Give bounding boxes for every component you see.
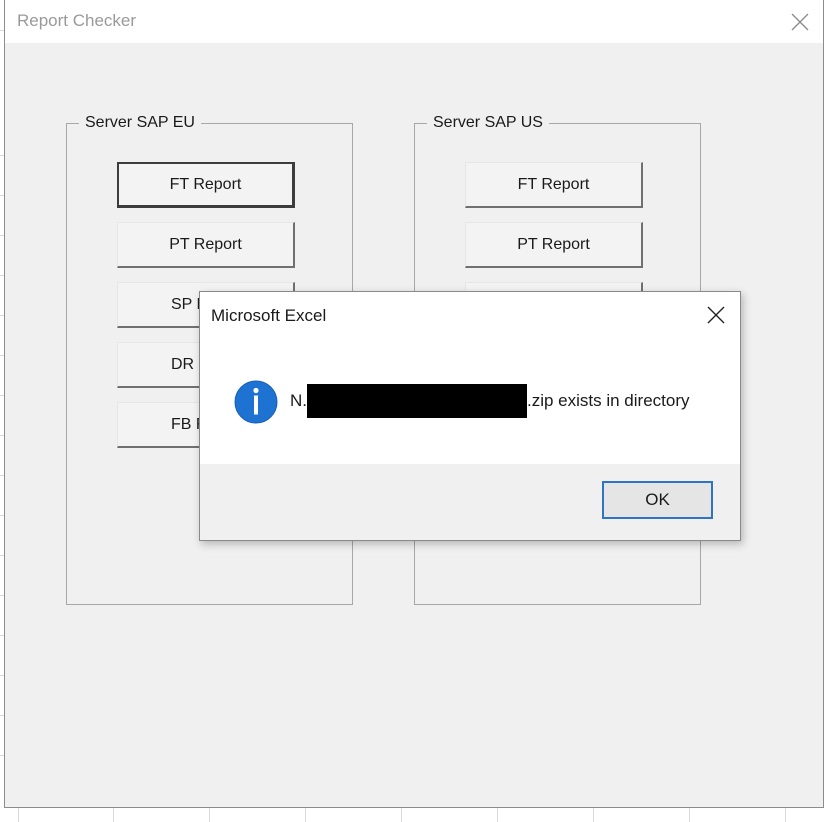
us-ft-report-button[interactable]: FT Report (465, 162, 643, 208)
redacted-filename (307, 384, 527, 418)
dialog-message: N. .zip exists in directory (290, 384, 690, 418)
excel-message-dialog: Microsoft Excel N. .zip exists in directo… (199, 291, 741, 541)
message-prefix: N. (290, 391, 307, 410)
us-pt-report-button[interactable]: PT Report (465, 222, 643, 268)
message-suffix: .zip exists in directory (527, 391, 690, 410)
group-legend-us: Server SAP US (433, 114, 543, 131)
eu-ft-report-button[interactable]: FT Report (117, 162, 295, 208)
info-icon (234, 380, 278, 424)
group-legend-eu: Server SAP EU (85, 114, 195, 131)
dialog-title: Microsoft Excel (211, 306, 327, 325)
close-icon (791, 13, 809, 30)
close-icon (707, 306, 725, 324)
window-close-button[interactable] (777, 0, 823, 43)
ok-button[interactable]: OK (602, 481, 713, 519)
dialog-close-button[interactable] (700, 302, 732, 328)
window-titlebar[interactable]: Report Checker (5, 0, 823, 43)
window-title: Report Checker (17, 11, 137, 30)
eu-pt-report-button[interactable]: PT Report (117, 222, 295, 268)
